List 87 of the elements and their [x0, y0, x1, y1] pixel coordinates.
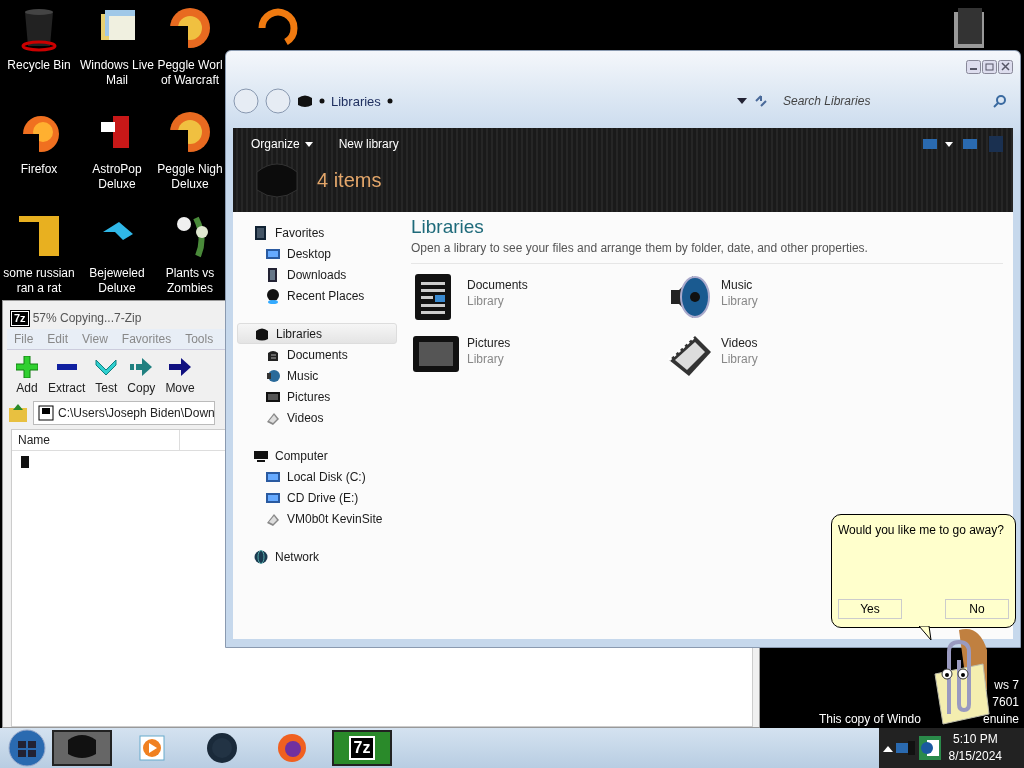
move-icon [169, 356, 192, 378]
taskbar-button[interactable]: 7z [332, 730, 392, 766]
section-description: Open a library to see your files and arrange them by folder, date, and other properties. [411, 241, 1003, 264]
recent-places-icon [265, 287, 281, 304]
toolbar-button[interactable]: Move [160, 356, 200, 395]
add-icon [16, 356, 38, 378]
toolbar-button[interactable]: Copy [122, 356, 161, 395]
library-name[interactable]: Pictures [467, 336, 511, 350]
notice-text: 7601 [992, 694, 1019, 711]
shortcut-label[interactable]: Windows Live Mail [80, 58, 154, 88]
notice-text: enuine [982, 711, 1019, 728]
nav-item[interactable]: Network [237, 546, 397, 567]
library-type: Library [721, 352, 758, 366]
nav-item[interactable]: Recent Places [237, 285, 397, 306]
library-icon [255, 160, 299, 200]
notice-text: ws 7 [994, 677, 1019, 694]
library-name[interactable]: Documents [467, 278, 528, 292]
refresh-icon[interactable] [753, 93, 769, 109]
toolbar-button[interactable]: Add [11, 356, 43, 395]
play-button-icon [136, 732, 168, 764]
balloon-button[interactable]: No [945, 599, 1009, 619]
caret-icon[interactable] [737, 98, 747, 104]
shortcut-label[interactable]: AstroPop Deluxe [92, 162, 142, 192]
library-type: Library [467, 352, 505, 366]
notice-text: This copy of Windo [818, 711, 921, 728]
shortcut-label[interactable]: Bejeweled Deluxe [89, 266, 145, 296]
toolbar-button[interactable]: Extract [43, 356, 91, 395]
search-field[interactable]: Search Libraries [781, 93, 993, 109]
toolbar-button[interactable]: Test [90, 356, 123, 395]
separator-dot-icon [386, 98, 393, 104]
shortcut-label[interactable]: some russian ran a rat [3, 266, 75, 296]
extract-icon [56, 364, 77, 370]
nav-item[interactable]: Pictures [237, 386, 397, 407]
start-orb-icon[interactable] [8, 729, 46, 767]
breadcrumb-item[interactable]: Libraries [331, 93, 381, 109]
column-header[interactable]: Name [12, 430, 180, 450]
app-logo: 7z [11, 310, 29, 326]
nav-item[interactable]: Libraries [237, 323, 397, 344]
library-type: Library [721, 294, 758, 308]
copy-icon [130, 356, 153, 378]
clock-date: 8/15/2024 [948, 748, 1002, 765]
path-field[interactable]: C:\Users\Joseph Biden\Down [33, 401, 215, 425]
up-folder-icon[interactable] [7, 402, 29, 424]
firefox-icon [276, 732, 308, 764]
nav-item[interactable]: Videos [237, 407, 397, 428]
favorites-icon [253, 224, 269, 241]
archive-icon [38, 405, 54, 421]
library-name[interactable]: Music [721, 278, 758, 292]
command-button[interactable]: New library [330, 135, 407, 153]
shortcut-label[interactable]: Firefox [20, 162, 58, 177]
clock-time: 5:10 PM [952, 731, 998, 748]
nav-item[interactable]: Documents [237, 344, 397, 365]
balloon-button[interactable]: Yes [838, 599, 902, 619]
outlook-icon[interactable] [918, 736, 941, 760]
shortcut-label[interactable]: Plants vs Zombies [165, 266, 215, 296]
preview-pane-icon[interactable] [963, 138, 979, 150]
nav-item[interactable]: Local Disk (C:) [237, 466, 397, 487]
shortcut-label[interactable]: Peggle Nigh Deluxe [157, 162, 223, 192]
nav-item[interactable]: CD Drive (E:) [237, 487, 397, 508]
window-title: 57% Copying...7-Zip [32, 311, 142, 325]
nav-item[interactable]: Computer [237, 445, 397, 466]
nav-item[interactable]: VM0b0t KevinSite [237, 508, 397, 529]
nav-item[interactable]: Music [237, 365, 397, 386]
show-hidden-icons-icon[interactable] [882, 744, 893, 752]
command-button[interactable]: Organize [243, 135, 321, 153]
minimize-icon[interactable] [966, 60, 981, 74]
nav-item[interactable]: Desktop [237, 243, 397, 264]
nav-item[interactable]: Favorites [237, 222, 397, 243]
globe-icon [253, 548, 269, 565]
section-heading: Libraries [411, 216, 485, 238]
clock[interactable]: 5:10 PM 8/15/2024 [942, 731, 1020, 765]
close-icon[interactable] [998, 60, 1013, 74]
file-icon [20, 455, 30, 469]
view-options-icon[interactable] [923, 138, 953, 150]
separator-dot-icon [319, 98, 325, 104]
shortcut-label[interactable]: Peggle Worl of Warcraft [157, 58, 223, 88]
globe-icon [206, 732, 238, 764]
search-icon [993, 94, 1007, 108]
library-name[interactable]: Videos [721, 336, 758, 350]
speaker-icon [265, 367, 281, 384]
maximize-icon[interactable] [982, 60, 997, 74]
library-type: Library [467, 294, 505, 308]
library-icon [297, 94, 313, 108]
item-count: 4 items [317, 168, 382, 192]
shortcut-label[interactable]: Recycle Bin [7, 58, 71, 73]
balloon-message: Would you like me to go away? [838, 523, 1005, 537]
nav-item[interactable]: Downloads [237, 264, 397, 285]
